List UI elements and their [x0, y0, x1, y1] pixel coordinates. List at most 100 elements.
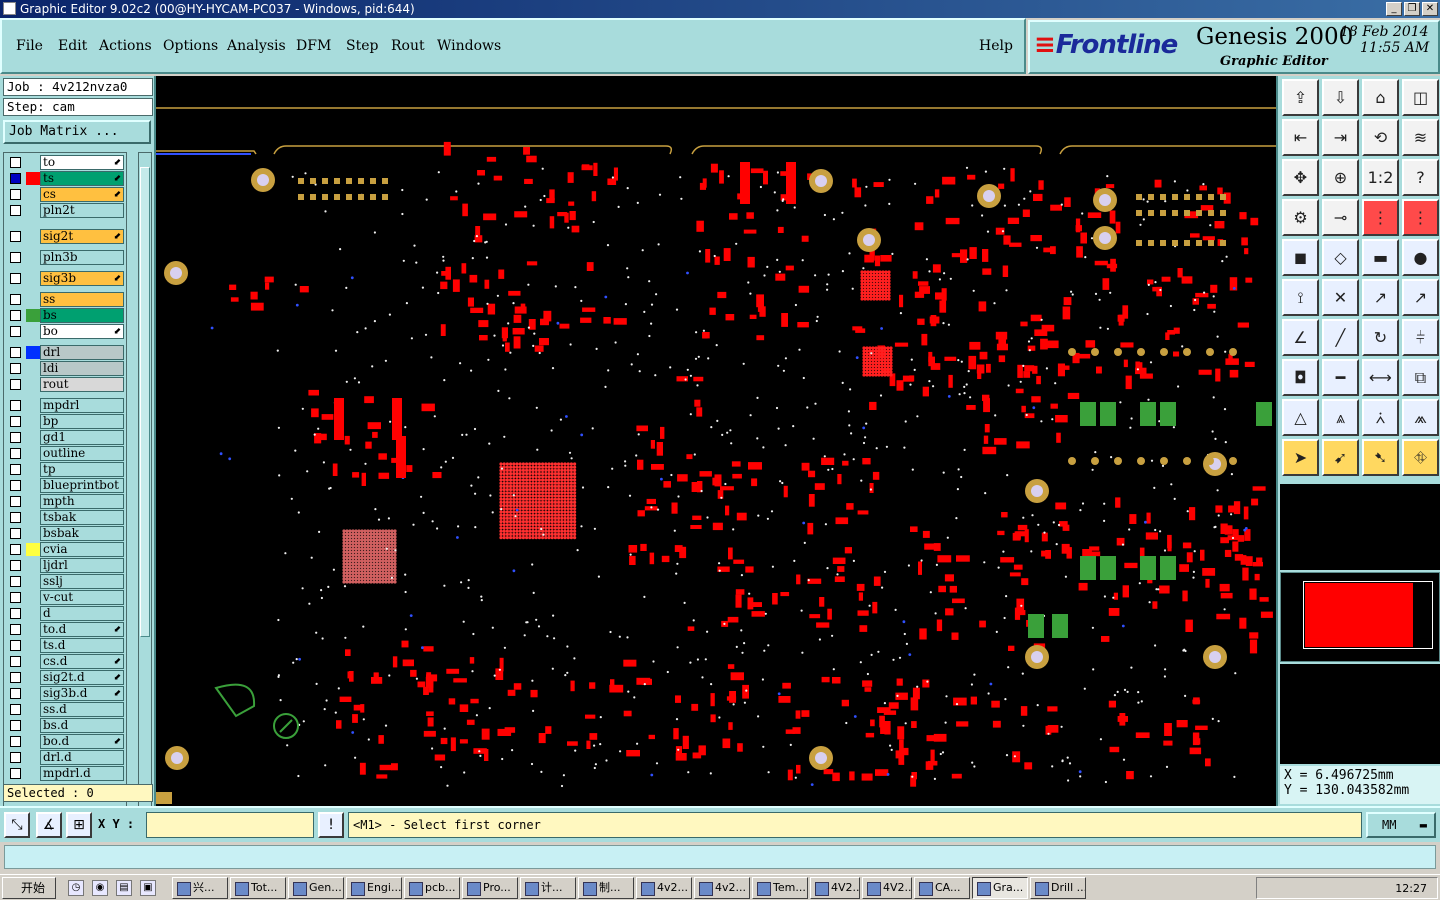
menu-dfm[interactable]: DFM — [296, 38, 331, 54]
layer-checkbox[interactable] — [10, 252, 21, 263]
menu-rout[interactable]: Rout — [391, 38, 425, 54]
taskbar-item[interactable]: 4v2... — [636, 877, 692, 899]
layer-checkbox[interactable] — [10, 231, 21, 242]
layer-row-mpth[interactable]: mpth — [4, 494, 126, 509]
layer-row-cvia[interactable]: cvia — [4, 542, 126, 557]
menu-analysis[interactable]: Analysis — [227, 38, 286, 54]
arc-icon[interactable]: ↻ — [1362, 319, 1399, 356]
layer-checkbox[interactable] — [10, 528, 21, 539]
layer-checkbox[interactable] — [10, 363, 21, 374]
layer-checkbox[interactable] — [10, 688, 21, 699]
minus-icon[interactable]: ━ — [1322, 359, 1359, 396]
layer-checkbox[interactable] — [10, 704, 21, 715]
layer-checkbox[interactable] — [10, 205, 21, 216]
layer-name[interactable]: bs — [40, 308, 124, 323]
home-icon[interactable]: ⌂ — [1362, 79, 1399, 116]
layer-checkbox[interactable] — [10, 496, 21, 507]
taskbar-item[interactable]: Gra... — [972, 877, 1028, 899]
cross-icon[interactable]: ✕ — [1322, 279, 1359, 316]
layer-name[interactable]: ljdrl — [40, 558, 124, 573]
taskbar-item[interactable]: 制... — [578, 877, 634, 899]
taskbar-item[interactable]: CA... — [914, 877, 970, 899]
taskbar-item[interactable]: 4v2... — [694, 877, 750, 899]
split-view-icon[interactable]: ◫ — [1402, 79, 1439, 116]
layer-name[interactable]: pln3b — [40, 250, 124, 265]
layer-checkbox[interactable] — [10, 624, 21, 635]
layers-red2-icon[interactable]: ⋮ — [1402, 199, 1439, 236]
layer-row-to.d[interactable]: to.d ⬋ — [4, 622, 126, 637]
save-icon[interactable]: ▣ — [140, 880, 156, 896]
layer-name[interactable]: ldi — [40, 361, 124, 376]
layer-checkbox[interactable] — [10, 310, 21, 321]
layer-checkbox[interactable] — [10, 752, 21, 763]
menu-file[interactable]: File — [16, 38, 43, 54]
layer-row-sig3b[interactable]: sig3b ⬋ — [4, 271, 126, 286]
layer-checkbox[interactable] — [10, 448, 21, 459]
graphic-canvas[interactable] — [156, 76, 1276, 806]
layer-name[interactable]: mpdrl.d — [40, 766, 124, 781]
pointer-sel-icon[interactable]: ➷ — [1362, 439, 1399, 476]
layer-checkbox[interactable] — [10, 768, 21, 779]
menu-step[interactable]: Step — [346, 38, 378, 54]
layer-scrollbar[interactable] — [138, 152, 152, 854]
layer-row-sig2t[interactable]: sig2t ⬋ — [4, 229, 126, 244]
route-icon[interactable]: ⛗ — [1402, 439, 1439, 476]
layer-checkbox[interactable] — [10, 157, 21, 168]
layer-checkbox[interactable] — [10, 273, 21, 284]
maximize-button[interactable]: ❐ — [1404, 2, 1420, 16]
layer-row-gd1[interactable]: gd1 — [4, 430, 126, 445]
layer-row-bs[interactable]: bs — [4, 308, 126, 323]
units-select[interactable]: MM ▬ — [1366, 812, 1436, 838]
layer-name[interactable]: cs.d ⬋ — [40, 654, 124, 669]
scroll-thumb[interactable] — [140, 167, 150, 637]
menu-windows[interactable]: Windows — [437, 38, 501, 54]
layer-row-sig2t.d[interactable]: sig2t.d ⬋ — [4, 670, 126, 685]
layer-name[interactable]: outline — [40, 446, 124, 461]
select-box-icon[interactable]: ◘ — [1282, 359, 1319, 396]
taskbar-item[interactable]: 4V2... — [810, 877, 860, 899]
layer-row-bo.d[interactable]: bo.d ⬋ — [4, 734, 126, 749]
layer-name[interactable]: cs ⬋ — [40, 187, 124, 202]
layer-name[interactable]: sig2t ⬋ — [40, 229, 124, 244]
layer-name[interactable]: ts.d — [40, 638, 124, 653]
layer-row-tsbak[interactable]: tsbak — [4, 510, 126, 525]
taskbar-item[interactable]: 4V2... — [862, 877, 912, 899]
layer-checkbox[interactable] — [10, 326, 21, 337]
center-icon[interactable]: ⊕ — [1322, 159, 1359, 196]
pcb-view[interactable] — [156, 76, 1276, 806]
layer-name[interactable]: mpdrl — [40, 398, 124, 413]
pointer-box-icon[interactable]: ➹ — [1322, 439, 1359, 476]
taskbar-item[interactable]: Engi... — [346, 877, 402, 899]
layer-name[interactable]: to ⬋ — [40, 155, 124, 170]
taskbar-item[interactable]: Tem... — [752, 877, 808, 899]
layer-row-bs.d[interactable]: bs.d — [4, 718, 126, 733]
grid-icon[interactable]: ⊞ — [66, 812, 92, 838]
layer-name[interactable]: tsbak — [40, 510, 124, 525]
layer-name[interactable]: ss.d — [40, 702, 124, 717]
layer-row-ts[interactable]: ts ⬋ — [4, 171, 126, 186]
layer-row-pln2t[interactable]: pln2t — [4, 203, 126, 218]
layer-name[interactable]: sig3b.d ⬋ — [40, 686, 124, 701]
layer-checkbox[interactable] — [10, 736, 21, 747]
layer-row-mpdrl.d[interactable]: mpdrl.d — [4, 766, 126, 781]
layer-checkbox[interactable] — [10, 576, 21, 587]
upload-icon[interactable]: ⇪ — [1282, 79, 1319, 116]
layer-row-cs.d[interactable]: cs.d ⬋ — [4, 654, 126, 669]
layer-checkbox[interactable] — [10, 347, 21, 358]
layer-name[interactable]: d — [40, 606, 124, 621]
settings-icon[interactable]: ⚙ — [1282, 199, 1319, 236]
layer-checkbox[interactable] — [10, 560, 21, 571]
rotate-icon[interactable]: ⟲ — [1362, 119, 1399, 156]
layer-row-bo[interactable]: bo ⬋ — [4, 324, 126, 339]
layer-checkbox[interactable] — [10, 464, 21, 475]
layer-checkbox[interactable] — [10, 189, 21, 200]
layer-checkbox[interactable] — [10, 608, 21, 619]
layer-name[interactable]: v-cut — [40, 590, 124, 605]
pad-icon[interactable]: ● — [1402, 239, 1439, 276]
taskbar-item[interactable]: Drill ... — [1030, 877, 1086, 899]
folder-icon[interactable]: ▤ — [116, 880, 132, 896]
taskbar-item[interactable]: 兴... — [172, 877, 228, 899]
wave-icon[interactable]: ≋ — [1402, 119, 1439, 156]
layer-checkbox[interactable] — [10, 432, 21, 443]
layer-name[interactable]: cvia — [40, 542, 124, 557]
